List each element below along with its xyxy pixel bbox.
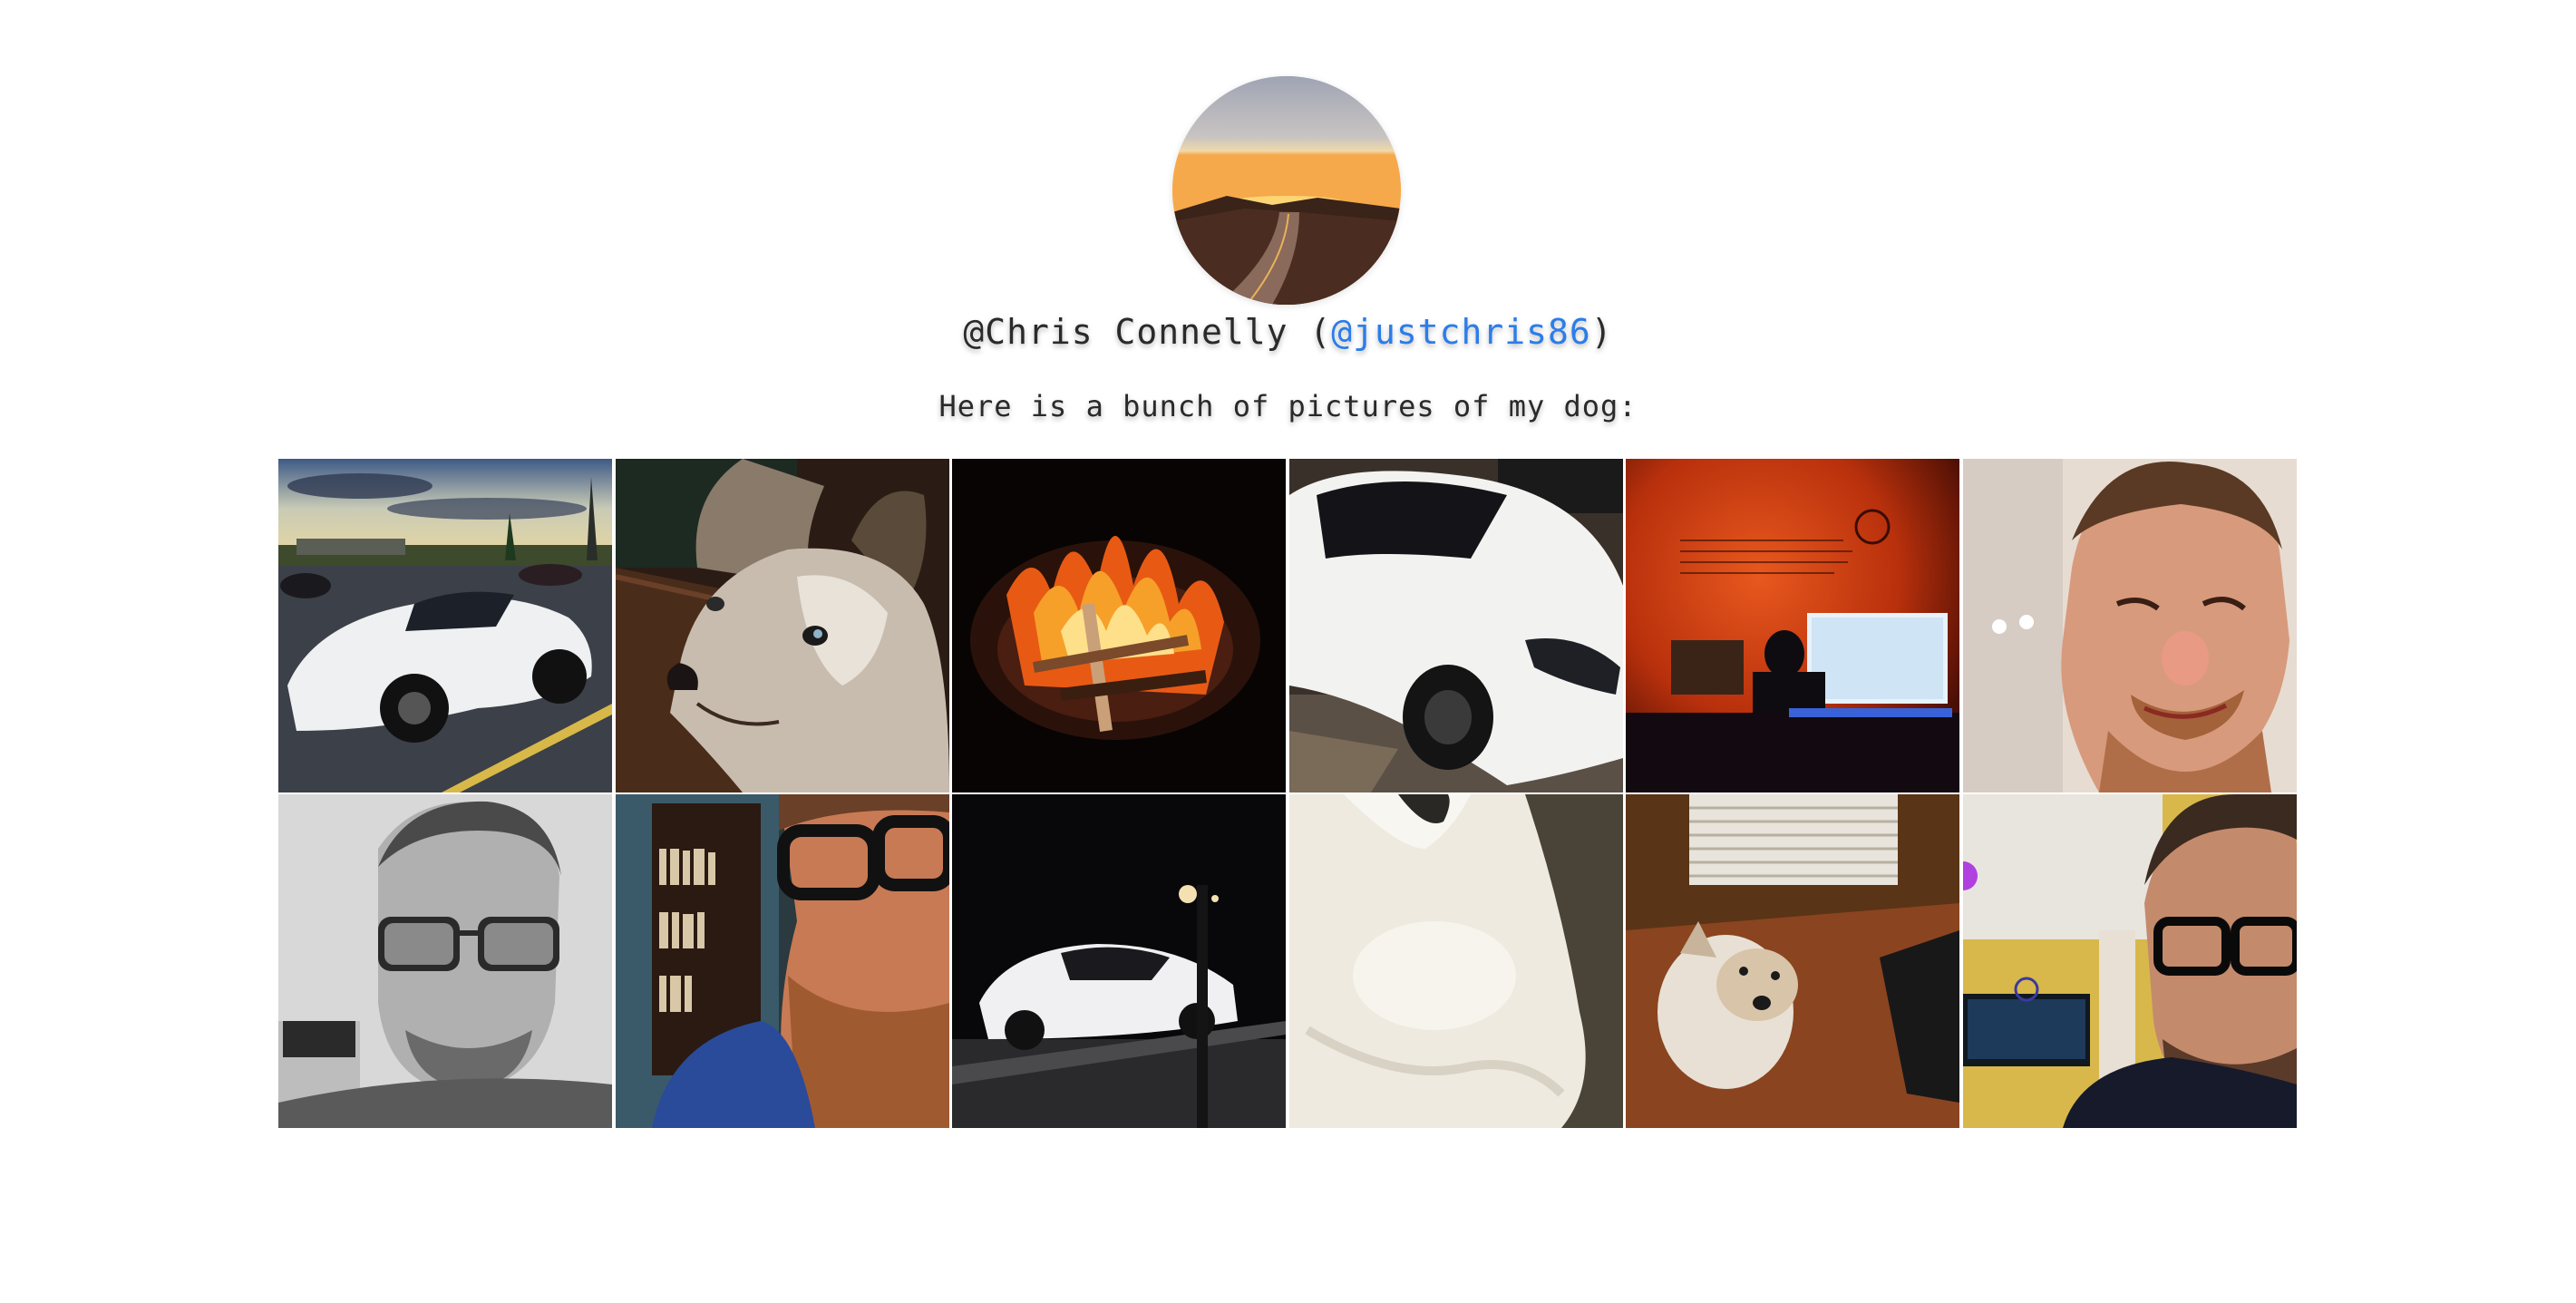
photo-tile[interactable] [1626, 794, 1960, 1128]
selfie-photo-icon [615, 794, 949, 1128]
avatar[interactable] [1172, 76, 1401, 305]
car-photo-icon [952, 794, 1287, 1128]
dog-photo-icon [1288, 794, 1623, 1128]
photo-tile[interactable] [278, 459, 612, 792]
photo-grid [278, 459, 2297, 1128]
profile-handle-link[interactable]: @justchris86 [1331, 312, 1591, 352]
photo-tile[interactable] [615, 459, 949, 792]
profile-name-line: @Chris Connelly (@justchris86) [0, 306, 2576, 357]
car-photo-icon [1288, 459, 1623, 792]
photo-tile[interactable] [952, 794, 1287, 1128]
dog-photo-icon [615, 459, 949, 792]
sunset-road-photo-icon [1172, 76, 1401, 305]
photo-tile[interactable] [1288, 459, 1623, 792]
profile-bio: Here is a bunch of pictures of my dog: [938, 389, 1638, 423]
photo-tile[interactable] [278, 794, 612, 1128]
desk-photo-icon [1626, 459, 1960, 792]
photo-tile[interactable] [1962, 794, 2297, 1128]
photo-tile[interactable] [1962, 459, 2297, 792]
dog-photo-icon [1626, 794, 1960, 1128]
photo-tile[interactable] [1288, 794, 1623, 1128]
photo-tile[interactable] [1626, 459, 1960, 792]
profile-name-suffix: ) [1590, 312, 1613, 352]
profile-name: @Chris Connelly ( [963, 312, 1332, 352]
car-photo-icon [278, 459, 612, 792]
photo-tile[interactable] [615, 794, 949, 1128]
selfie-photo-icon [278, 794, 612, 1128]
selfie-photo-icon [1962, 459, 2297, 792]
photo-tile[interactable] [952, 459, 1287, 792]
fire-photo-icon [952, 459, 1287, 792]
selfie-photo-icon [1962, 794, 2297, 1128]
